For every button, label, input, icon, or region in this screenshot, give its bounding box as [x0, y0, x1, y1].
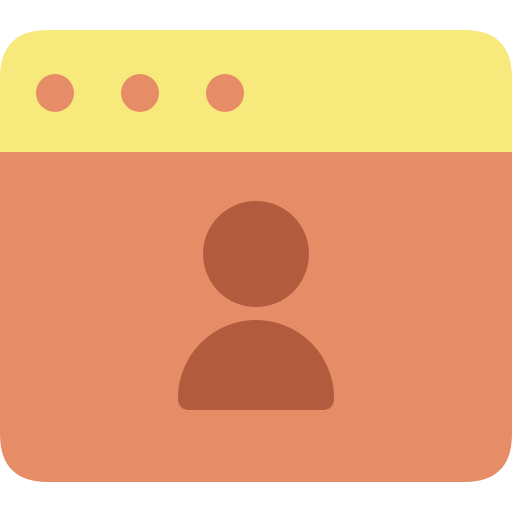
window-control-dot [206, 74, 244, 112]
title-bar [0, 30, 512, 152]
window-control-dot [121, 74, 159, 112]
user-head [203, 201, 309, 307]
browser-window-user-icon [0, 30, 512, 482]
window-control-dot [36, 74, 74, 112]
